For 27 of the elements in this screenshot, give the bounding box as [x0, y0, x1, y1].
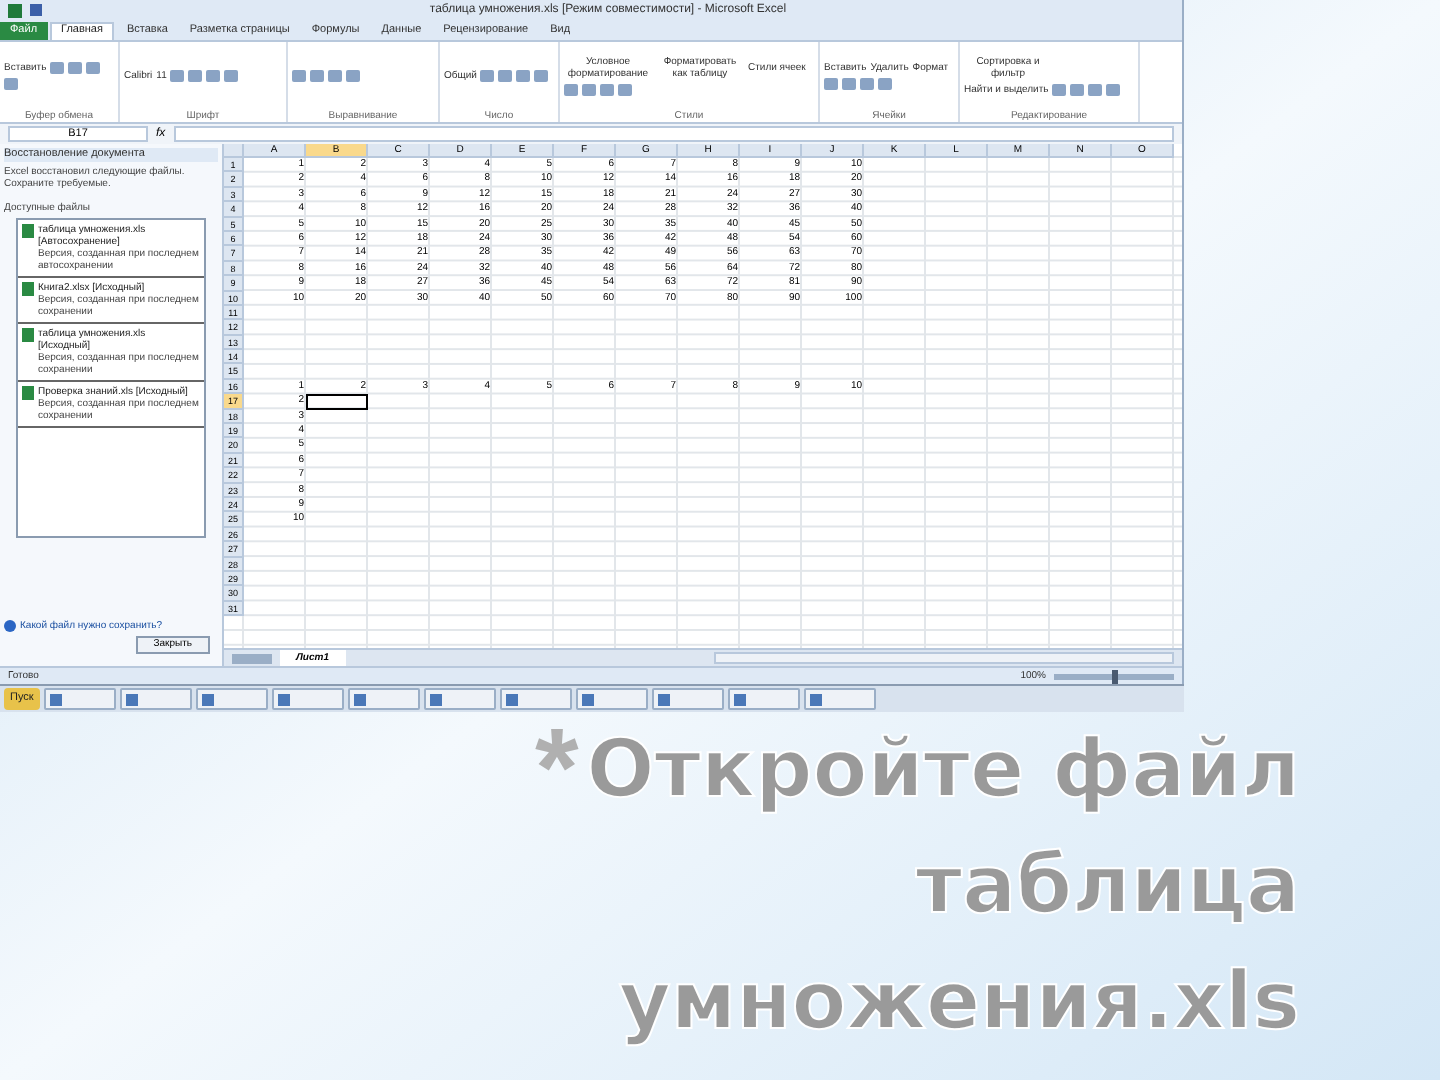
zoom-slider[interactable] — [1054, 673, 1174, 679]
taskbar-button[interactable] — [727, 688, 800, 710]
excel-file-icon — [22, 386, 34, 400]
formula-bar-field[interactable] — [173, 126, 1174, 142]
taskbar-button[interactable] — [43, 688, 116, 710]
help-icon — [4, 620, 16, 632]
bullet: * — [534, 712, 579, 824]
taskbar-button[interactable] — [423, 688, 496, 710]
selected-cell[interactable] — [306, 394, 368, 410]
excel-logo-icon — [8, 3, 22, 17]
taskbar-button[interactable] — [195, 688, 268, 710]
slider-thumb[interactable] — [1111, 669, 1117, 683]
taskbar-button[interactable] — [651, 688, 724, 710]
sheet-nav-icon[interactable] — [232, 653, 272, 663]
taskbar-button[interactable] — [499, 688, 572, 710]
taskbar-button[interactable] — [803, 688, 876, 710]
taskbar-button[interactable] — [119, 688, 192, 710]
slide-title: Откройте файл таблица умножения.xls — [586, 722, 1300, 1052]
taskbar-button[interactable] — [575, 688, 648, 710]
toolbar-icon[interactable] — [4, 78, 18, 90]
select-all-corner[interactable] — [224, 144, 244, 158]
excel-file-icon — [22, 224, 34, 238]
excel-file-icon — [22, 282, 34, 296]
taskbar-button[interactable] — [347, 688, 420, 710]
excel-file-icon — [22, 328, 34, 342]
taskbar-button[interactable] — [271, 688, 344, 710]
horizontal-scrollbar[interactable] — [714, 652, 1174, 664]
